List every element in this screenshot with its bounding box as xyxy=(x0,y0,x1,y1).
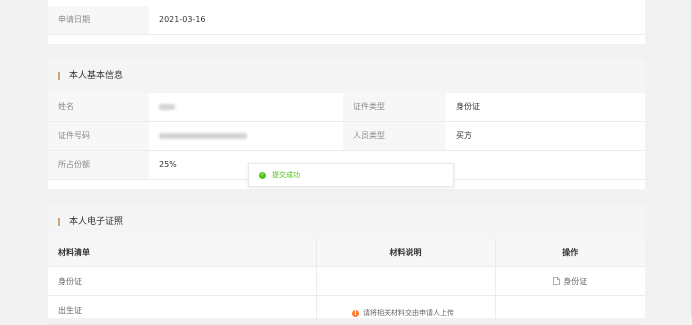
view-document-label: 身份证 xyxy=(563,276,588,286)
basic-info-header: 本人基本信息 xyxy=(48,59,645,93)
certificate-header: 本人电子证照 xyxy=(48,205,645,239)
upload-tip-text: 请将相关材料交由申请人上传 xyxy=(363,309,454,317)
share-label: 所占份额 xyxy=(48,150,149,180)
toast-text: 提交成功 xyxy=(272,171,300,179)
column-header-action: 操作 xyxy=(494,239,645,267)
certificate-table: 材料清单 材料说明 操作 身份证 身份证 出生证 xyxy=(48,239,645,325)
person-type-value: 买方 xyxy=(446,121,645,151)
basic-info-title: 本人基本信息 xyxy=(69,71,124,81)
name-value xyxy=(149,93,343,122)
material-name: 身份证 xyxy=(48,266,316,296)
table-row: 出生证 xyxy=(48,295,645,325)
application-date-label: 申请日期 xyxy=(48,6,149,35)
table-row: 姓名 证件类型 身份证 xyxy=(48,93,645,122)
table-header-row: 材料清单 材料说明 操作 xyxy=(48,239,645,267)
success-toast: ✓ 提交成功 xyxy=(248,163,454,187)
action-cell: 身份证 xyxy=(494,266,645,296)
material-description xyxy=(315,266,495,296)
view-document-link[interactable]: 身份证 xyxy=(553,277,587,286)
application-info-card: 申请日期 2021-03-16 xyxy=(48,0,645,44)
redacted-name xyxy=(159,103,175,110)
column-header-materials: 材料清单 xyxy=(48,239,316,267)
id-type-value: 身份证 xyxy=(446,93,645,122)
table-row: 证件号码 人员类型 买方 xyxy=(48,121,645,151)
section-accent-bar xyxy=(58,72,60,80)
id-number-label: 证件号码 xyxy=(48,121,149,151)
warning-icon: ! xyxy=(352,309,359,317)
column-header-description: 材料说明 xyxy=(315,239,495,267)
application-date-table: 申请日期 2021-03-16 xyxy=(48,6,645,35)
application-date-value: 2021-03-16 xyxy=(149,6,645,35)
id-type-label: 证件类型 xyxy=(343,93,446,122)
name-label: 姓名 xyxy=(48,93,149,122)
redacted-id-number xyxy=(159,132,247,139)
person-type-label: 人员类型 xyxy=(343,121,446,151)
table-row: 身份证 身份证 xyxy=(48,266,645,296)
section-accent-bar xyxy=(58,218,60,226)
electronic-certificate-section: 本人电子证照 材料清单 材料说明 操作 身份证 身份证 出生证 xyxy=(48,205,645,325)
upload-tip: ! 请将相关材料交由申请人上传 xyxy=(352,308,454,318)
certificate-title: 本人电子证照 xyxy=(69,217,124,227)
action-cell xyxy=(494,295,645,325)
document-icon xyxy=(553,277,561,285)
material-name: 出生证 xyxy=(48,295,316,325)
empty-cell xyxy=(446,150,645,180)
id-number-value xyxy=(149,121,343,151)
check-circle-icon: ✓ xyxy=(259,171,266,179)
